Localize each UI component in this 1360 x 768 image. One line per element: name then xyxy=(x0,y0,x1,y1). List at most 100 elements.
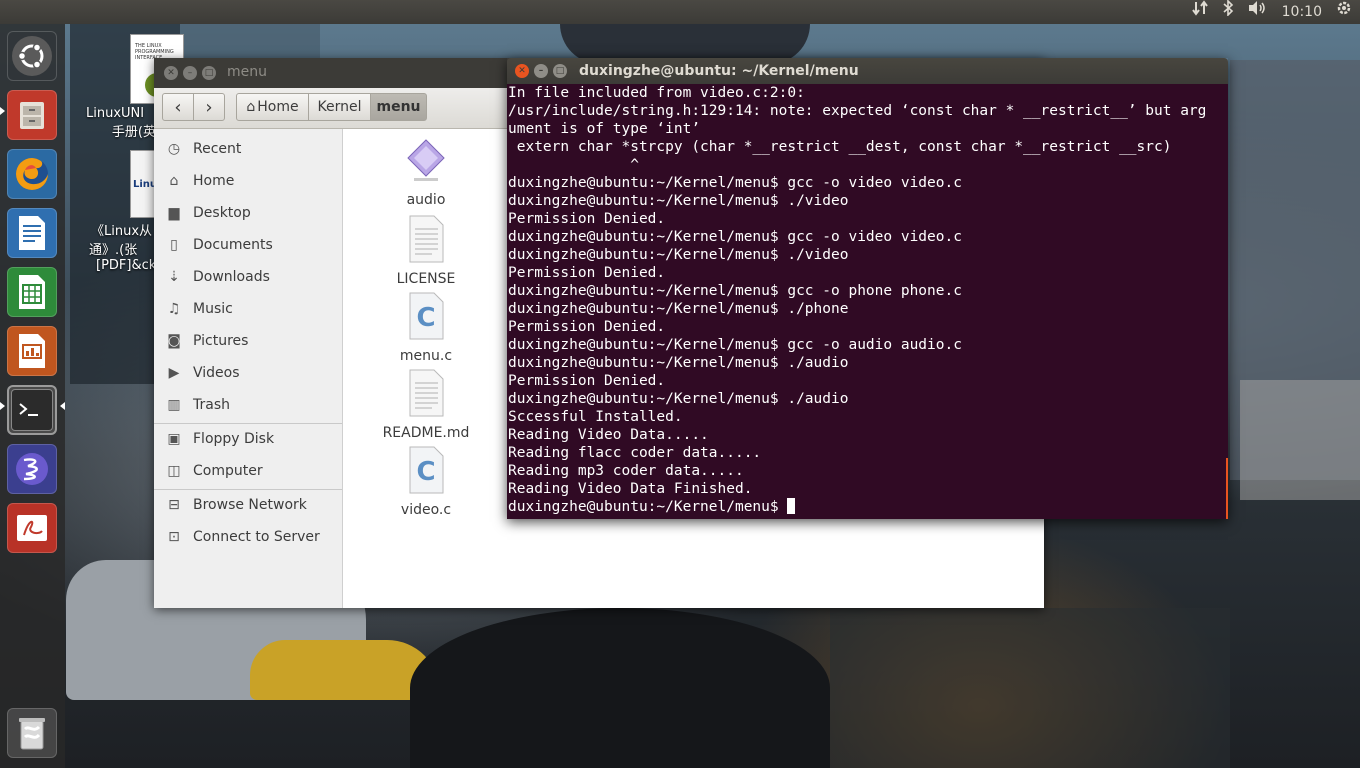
file-name: audio xyxy=(406,192,446,208)
terminal-window-title: duxingzhe@ubuntu: ~/Kernel/menu xyxy=(579,63,859,79)
sidebar-item-browse-network[interactable]: ⊟ Browse Network xyxy=(154,490,342,520)
sidebar-item-recent[interactable]: ◷ Recent xyxy=(154,134,342,164)
sidebar-item-downloads[interactable]: ⇣ Downloads xyxy=(154,262,342,292)
file-item[interactable]: audio xyxy=(371,138,481,208)
launcher-emacs-button[interactable] xyxy=(7,444,57,494)
terminal-line: duxingzhe@ubuntu:~/Kernel/menu$ ./audio xyxy=(508,355,849,371)
settings-gear-icon[interactable] xyxy=(1336,0,1352,24)
launcher-terminal-button[interactable] xyxy=(7,385,57,435)
launcher-writer-button[interactable] xyxy=(7,208,57,258)
breadcrumb-menu[interactable]: menu xyxy=(370,93,427,121)
c-source-file-icon: C xyxy=(371,292,481,344)
home-icon: ⌂ xyxy=(169,173,179,189)
terminal-line: /usr/include/string.h:129:14: note: expe… xyxy=(508,103,1207,119)
terminal-titlebar[interactable]: ✕ – □ duxingzhe@ubuntu: ~/Kernel/menu xyxy=(507,58,1228,84)
computer-icon: ◫ xyxy=(167,463,181,479)
sidebar-item-label: Trash xyxy=(193,397,230,413)
folder-icon: ▆ xyxy=(168,205,180,221)
terminal-minimize-button[interactable]: – xyxy=(534,64,548,78)
fm-maximize-button[interactable]: □ xyxy=(202,66,216,80)
c-source-file-icon: C xyxy=(371,446,481,498)
sidebar-item-label: Recent xyxy=(193,141,242,157)
terminal-line: duxingzhe@ubuntu:~/Kernel/menu$ ./audio xyxy=(508,391,849,407)
impress-icon xyxy=(12,331,52,371)
file-name: menu.c xyxy=(399,348,453,364)
chevron-left-icon: ‹ xyxy=(174,96,182,118)
terminal-line: duxingzhe@ubuntu:~/Kernel/menu$ gcc -o v… xyxy=(508,175,962,191)
desktop-label-line1: 《Linux从 xyxy=(91,224,153,239)
firefox-icon xyxy=(12,154,52,194)
terminal-line: ument is of type ‘int’ xyxy=(508,121,701,137)
fm-window-title: menu xyxy=(227,64,267,80)
terminal-line: duxingzhe@ubuntu:~/Kernel/menu$ ./video xyxy=(508,193,849,209)
terminal-line: duxingzhe@ubuntu:~/Kernel/menu$ gcc -o v… xyxy=(508,229,962,245)
launcher-impress-button[interactable] xyxy=(7,326,57,376)
terminal-line: Reading Video Data Finished. xyxy=(508,481,753,497)
sidebar-item-label: Floppy Disk xyxy=(193,431,275,447)
sidebar-item-music[interactable]: ♫ Music xyxy=(154,294,342,324)
sidebar-item-label: Downloads xyxy=(193,269,270,285)
pdf-viewer-icon xyxy=(12,508,52,548)
terminal-resize-edge[interactable] xyxy=(1226,458,1228,519)
sidebar-item-videos[interactable]: ▶ Videos xyxy=(154,358,342,388)
desktop-file-linux-book[interactable]: 《Linux从 通》.(张 [PDF]&ck xyxy=(86,220,158,273)
desktop-label-line2: 通》.(张 xyxy=(89,243,138,258)
launcher-trash-button[interactable] xyxy=(7,708,57,758)
document-icon: ▯ xyxy=(170,237,178,253)
sidebar-item-label: Computer xyxy=(193,463,263,479)
video-icon: ▶ xyxy=(168,365,180,381)
file-item[interactable]: C menu.c xyxy=(371,292,481,364)
sidebar-item-floppy-disk[interactable]: ▣ Floppy Disk xyxy=(154,424,342,454)
clock[interactable]: 10:10 xyxy=(1282,0,1322,24)
floppy-disk-icon: ▣ xyxy=(167,431,181,447)
sidebar-item-desktop[interactable]: ▆ Desktop xyxy=(154,198,342,228)
terminal-prompt-line[interactable]: duxingzhe@ubuntu:~/Kernel/menu$ xyxy=(507,498,1228,516)
terminal-close-button[interactable]: ✕ xyxy=(515,64,529,78)
file-item[interactable]: C video.c xyxy=(371,446,481,518)
fm-close-button[interactable]: ✕ xyxy=(164,66,178,80)
launcher-firefox-button[interactable] xyxy=(7,149,57,199)
volume-icon[interactable] xyxy=(1248,0,1268,24)
launcher-files-button[interactable] xyxy=(7,90,57,140)
breadcrumb-home-label: Home xyxy=(257,99,299,115)
launcher-dash-button[interactable] xyxy=(7,31,57,81)
sidebar-item-label: Music xyxy=(193,301,233,317)
chevron-right-icon: › xyxy=(205,96,213,118)
terminal-line: Sccessful Installed. xyxy=(508,409,683,425)
terminal-output[interactable]: In file included from video.c:2:0: /usr/… xyxy=(507,84,1228,519)
launcher xyxy=(0,24,65,768)
sidebar-item-pictures[interactable]: ◙ Pictures xyxy=(154,326,342,356)
file-item[interactable]: README.md xyxy=(371,369,481,441)
svg-text:C: C xyxy=(416,303,435,333)
sidebar-item-documents[interactable]: ▯ Documents xyxy=(154,230,342,260)
launcher-document-viewer-button[interactable] xyxy=(7,503,57,553)
sidebar-item-label: Desktop xyxy=(193,205,251,221)
ubuntu-logo-icon xyxy=(12,36,52,76)
trash-icon: ▥ xyxy=(167,397,181,413)
fm-minimize-button[interactable]: – xyxy=(183,66,197,80)
clock-icon: ◷ xyxy=(167,141,181,157)
sidebar-item-home[interactable]: ⌂ Home xyxy=(154,166,342,196)
desktop-label-line1: LinuxUNI xyxy=(86,106,145,121)
launcher-calc-button[interactable] xyxy=(7,267,57,317)
breadcrumb-kernel[interactable]: Kernel xyxy=(308,93,371,121)
sidebar-item-connect-to-server[interactable]: ⊡ Connect to Server xyxy=(154,522,342,552)
sidebar-item-label: Pictures xyxy=(193,333,249,349)
breadcrumb-home[interactable]: ⌂ Home xyxy=(236,93,309,121)
bluetooth-icon[interactable] xyxy=(1222,0,1234,24)
writer-icon xyxy=(12,213,52,253)
sidebar-item-computer[interactable]: ◫ Computer xyxy=(154,456,342,486)
network-updown-icon[interactable] xyxy=(1191,0,1208,24)
forward-button[interactable]: › xyxy=(193,93,225,121)
top-panel: 10:10 xyxy=(0,0,1360,24)
sidebar-item-trash[interactable]: ▥ Trash xyxy=(154,390,342,420)
system-tray: 10:10 xyxy=(1191,0,1352,24)
camera-icon: ◙ xyxy=(167,333,181,349)
terminal-prompt: duxingzhe@ubuntu:~/Kernel/menu$ xyxy=(508,499,779,515)
desktop-file-linux-unix-manual[interactable]: LinuxUNI 手册(英 xyxy=(86,106,158,140)
terminal-line: duxingzhe@ubuntu:~/Kernel/menu$ gcc -o p… xyxy=(508,283,962,299)
terminal-maximize-button[interactable]: □ xyxy=(553,64,567,78)
file-item[interactable]: LICENSE xyxy=(371,215,481,287)
sidebar-item-label: Browse Network xyxy=(193,497,307,513)
back-button[interactable]: ‹ xyxy=(162,93,194,121)
